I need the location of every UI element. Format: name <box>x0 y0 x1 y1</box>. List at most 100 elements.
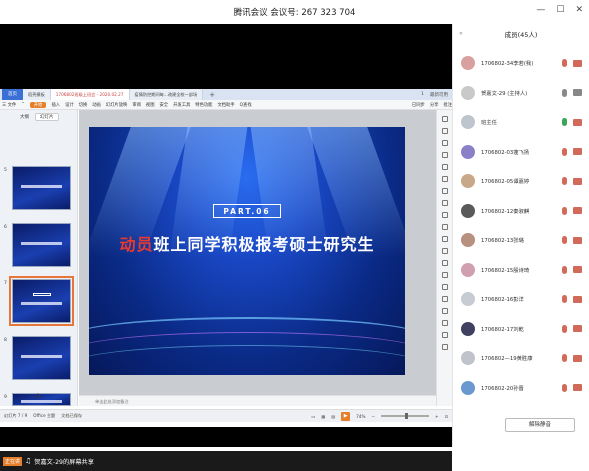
camera-icon[interactable] <box>573 295 582 303</box>
sidebar-tool-icon[interactable] <box>441 140 448 146</box>
menu-start[interactable]: 开始 <box>29 101 47 108</box>
comment-button[interactable]: 批注 <box>443 102 452 108</box>
slide-thumbnail-selected[interactable] <box>9 276 74 326</box>
camera-icon[interactable] <box>573 384 582 391</box>
camera-icon[interactable] <box>573 177 582 185</box>
member-row[interactable]: 1706802-16彭洋 <box>453 286 589 312</box>
tab-slides[interactable]: 幻灯片 <box>35 113 59 121</box>
member-row[interactable]: 贺嘉文-29 (主持人) <box>453 80 589 106</box>
new-tab-button[interactable]: + <box>203 91 221 99</box>
microphone-icon[interactable] <box>562 295 567 303</box>
slide-editor-canvas[interactable]: PART.06 动员班上同学积极报考硕士研究生 <box>79 110 436 395</box>
microphone-icon[interactable] <box>562 59 567 67</box>
camera-icon[interactable] <box>573 89 582 96</box>
menu-doc-assistant[interactable]: 文档助手 <box>217 102 234 108</box>
tab-outline[interactable]: 大纲 <box>20 114 29 120</box>
tab-template[interactable]: 稻壳模板 <box>23 89 51 100</box>
sidebar-tool-icon[interactable] <box>441 236 448 242</box>
camera-icon[interactable] <box>573 59 582 67</box>
member-row[interactable]: 1706802-13张璐 <box>453 227 589 253</box>
microphone-icon[interactable] <box>562 265 567 274</box>
slide-thumbnail[interactable] <box>12 166 71 210</box>
slideshow-play-button[interactable]: ▶ <box>341 411 351 421</box>
menu-file[interactable]: 三 文件 <box>2 102 16 108</box>
sidebar-tool-icon[interactable] <box>441 200 448 206</box>
microphone-icon[interactable] <box>562 88 567 97</box>
view-sorter-icon[interactable]: ▦ <box>321 414 325 419</box>
camera-icon[interactable] <box>573 266 582 273</box>
menu-features[interactable]: 特色功能 <box>195 102 212 108</box>
tab-current-document[interactable]: 1706802班级上班会 - 2020.02.27 <box>50 89 130 100</box>
zoom-slider[interactable] <box>380 413 429 419</box>
unmute-button[interactable]: 解除静音 <box>505 418 575 432</box>
slide-notes[interactable]: 单击此处添加备注 <box>79 395 436 406</box>
member-row[interactable]: 1706802-05谭嘉婷 <box>453 168 589 194</box>
sidebar-tool-icon[interactable] <box>441 164 448 170</box>
microphone-icon[interactable] <box>562 206 567 215</box>
member-row[interactable]: 1706802-17刘乾 <box>453 316 589 342</box>
camera-icon[interactable] <box>573 236 582 244</box>
zoom-in-button[interactable]: + <box>435 414 439 419</box>
sidebar-tool-icon[interactable] <box>441 212 448 218</box>
menu-security[interactable]: 安全 <box>160 102 169 108</box>
tab-other-document[interactable]: 疫情防控期间每...改建全校一部场 <box>129 89 204 100</box>
zoom-out-button[interactable]: − <box>371 414 375 419</box>
camera-icon[interactable] <box>573 148 582 155</box>
sidebar-tool-icon[interactable] <box>441 332 448 338</box>
camera-icon[interactable] <box>573 118 582 126</box>
sidebar-tool-icon[interactable] <box>441 296 448 302</box>
sidebar-tool-icon[interactable] <box>441 128 448 134</box>
sidebar-tool-icon[interactable] <box>441 188 448 194</box>
zoom-level[interactable]: 74% <box>356 414 365 419</box>
menu-transition[interactable]: 切换 <box>79 102 88 108</box>
sidebar-tool-icon[interactable] <box>441 344 448 350</box>
member-row[interactable]: 班主任 <box>453 109 589 135</box>
microphone-icon[interactable] <box>562 324 567 333</box>
member-row[interactable]: 1706802-12秦淑麒 <box>453 198 589 224</box>
menu-view[interactable]: 视图 <box>146 102 155 108</box>
maximize-button[interactable]: ☐ <box>556 5 564 15</box>
camera-icon[interactable] <box>573 325 582 332</box>
member-row[interactable]: 1706802-20孙晋 <box>453 375 589 401</box>
view-reading-icon[interactable]: ▤ <box>331 414 335 419</box>
sidebar-tool-icon[interactable] <box>441 152 448 158</box>
sidebar-tool-icon[interactable] <box>441 308 448 314</box>
menu-design[interactable]: 设计 <box>65 102 74 108</box>
menu-developer[interactable]: 开发工具 <box>173 102 190 108</box>
close-button[interactable]: ✕ <box>575 5 583 15</box>
microphone-icon[interactable] <box>562 177 567 185</box>
add-slide-button[interactable]: + <box>34 392 42 402</box>
sync-status[interactable]: 已同步 <box>412 102 425 108</box>
sidebar-tool-icon[interactable] <box>441 272 448 278</box>
collapse-panel-icon[interactable]: « <box>459 30 463 37</box>
camera-icon[interactable] <box>573 207 582 214</box>
microphone-icon[interactable] <box>562 383 567 392</box>
microphone-icon[interactable] <box>562 118 567 126</box>
menu-search[interactable]: Q查找 <box>240 102 252 108</box>
slide-thumbnail[interactable] <box>12 336 71 380</box>
view-normal-icon[interactable]: ▭ <box>311 414 315 419</box>
menu-animation[interactable]: 动画 <box>92 102 101 108</box>
home-tab[interactable]: 首页 <box>2 89 23 100</box>
current-slide[interactable]: PART.06 动员班上同学积极报考硕士研究生 <box>89 127 405 375</box>
sidebar-tool-icon[interactable] <box>441 176 448 182</box>
microphone-icon[interactable] <box>562 354 567 362</box>
microphone-icon[interactable] <box>562 236 567 244</box>
sidebar-tool-icon[interactable] <box>441 284 448 290</box>
sidebar-tool-icon[interactable] <box>441 116 448 122</box>
member-row[interactable]: 1706802-15殷诗琦 <box>453 257 589 283</box>
menu-review[interactable]: 审阅 <box>132 102 141 108</box>
member-row[interactable]: 1706802-34李若(我) <box>453 50 589 76</box>
zoom-slider-handle[interactable] <box>404 413 408 419</box>
sidebar-tool-icon[interactable] <box>441 320 448 326</box>
menu-insert[interactable]: 插入 <box>51 102 60 108</box>
sidebar-tool-icon[interactable] <box>441 224 448 230</box>
microphone-icon[interactable] <box>562 147 567 156</box>
sidebar-tool-icon[interactable] <box>441 260 448 266</box>
slide-thumbnail[interactable] <box>12 223 71 267</box>
fit-window-icon[interactable]: ⊡ <box>444 414 448 419</box>
menu-collapse-icon[interactable]: ⌃ <box>21 102 25 107</box>
update-notice[interactable]: 最新可用 <box>430 92 448 98</box>
camera-icon[interactable] <box>573 354 582 362</box>
menu-slideshow[interactable]: 幻灯片放映 <box>106 102 127 108</box>
